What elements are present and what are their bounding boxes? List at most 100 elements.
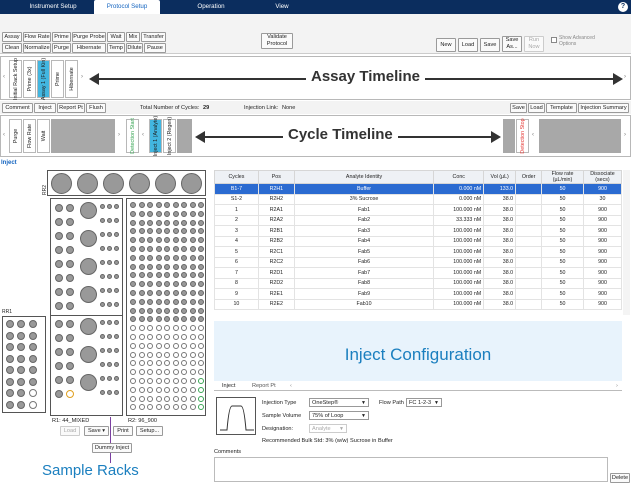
table-row[interactable]: 10 R2E2 Fab10 100.000 nM 38.0 50 900 bbox=[214, 298, 623, 310]
rack-well[interactable] bbox=[17, 377, 25, 386]
rack-well[interactable] bbox=[181, 378, 187, 384]
rack-well[interactable] bbox=[100, 204, 105, 209]
rack-well[interactable] bbox=[130, 395, 136, 402]
rack-well[interactable] bbox=[164, 342, 170, 349]
rack-well[interactable] bbox=[114, 362, 119, 367]
rack-well[interactable] bbox=[100, 274, 105, 279]
rack-well[interactable] bbox=[55, 204, 63, 212]
rack-well[interactable] bbox=[138, 316, 145, 323]
rack-well[interactable] bbox=[172, 246, 179, 252]
rack-setup-button[interactable]: Setup... bbox=[136, 426, 163, 436]
rack-well[interactable] bbox=[17, 389, 25, 397]
rack-well[interactable] bbox=[100, 320, 105, 325]
tab-report-pt[interactable]: Report Pt bbox=[252, 383, 276, 389]
rack-well[interactable] bbox=[100, 362, 105, 367]
run-now-button[interactable]: Run Now bbox=[524, 36, 544, 52]
rack-well[interactable] bbox=[114, 348, 119, 353]
rack-well[interactable] bbox=[147, 272, 153, 279]
table-row[interactable]: 4 R2B2 Fab4 100.000 nM 38.0 50 900 bbox=[214, 235, 623, 247]
rack-well[interactable] bbox=[189, 254, 196, 261]
rack-well[interactable] bbox=[172, 360, 179, 367]
rack-well[interactable] bbox=[130, 263, 136, 270]
table-row[interactable]: S1-2 R2H2 3% Sucrose 0.000 nM 38.0 50 30 bbox=[214, 193, 623, 205]
save-button[interactable]: Save bbox=[480, 38, 500, 52]
rack-well[interactable] bbox=[114, 302, 119, 307]
scroll-left-icon[interactable]: ‹ bbox=[3, 74, 5, 80]
rack-well[interactable] bbox=[6, 320, 14, 328]
rack-well[interactable] bbox=[114, 288, 119, 293]
rack-well[interactable] bbox=[138, 369, 145, 376]
rack-well[interactable] bbox=[164, 298, 170, 305]
rack-well[interactable] bbox=[189, 316, 196, 323]
comments-textarea[interactable] bbox=[214, 457, 608, 482]
rack-well[interactable] bbox=[172, 219, 179, 226]
rack-well[interactable] bbox=[130, 386, 136, 393]
rack-well[interactable] bbox=[172, 325, 179, 332]
step-assay-1[interactable]: Assay 1 (Full Kin) bbox=[37, 58, 50, 100]
rack-well[interactable] bbox=[155, 254, 162, 261]
tab-inject[interactable]: Inject bbox=[222, 383, 235, 389]
rack-well[interactable] bbox=[138, 360, 145, 367]
rack-well[interactable] bbox=[181, 386, 187, 393]
rack-well[interactable] bbox=[155, 404, 162, 411]
rack-well[interactable] bbox=[130, 281, 136, 288]
rack-well[interactable] bbox=[17, 366, 25, 374]
normalize-button[interactable]: Normalize bbox=[23, 43, 51, 53]
report-pt-button[interactable]: Report Pt bbox=[57, 103, 85, 113]
rack-well[interactable] bbox=[155, 395, 162, 402]
rack-rr2[interactable] bbox=[47, 170, 206, 196]
clean-button[interactable]: Clean bbox=[2, 43, 22, 53]
rack-well[interactable] bbox=[155, 325, 162, 332]
cycle-scroll-left-icon[interactable]: ‹ bbox=[3, 132, 5, 138]
rack-well[interactable] bbox=[164, 307, 170, 314]
table-row[interactable]: 6 R2C2 Fab6 100.000 nM 38.0 50 900 bbox=[214, 256, 623, 268]
rack-well[interactable] bbox=[80, 346, 97, 363]
rack-well[interactable] bbox=[107, 362, 112, 367]
rack-well[interactable] bbox=[189, 369, 196, 376]
rack-well[interactable] bbox=[130, 369, 136, 376]
rack-well[interactable] bbox=[189, 325, 196, 332]
rack-well[interactable] bbox=[181, 272, 187, 279]
rack-well[interactable] bbox=[172, 334, 179, 340]
assay-button[interactable]: Assay bbox=[2, 32, 22, 42]
rack-well[interactable] bbox=[138, 237, 145, 244]
rack-well[interactable] bbox=[147, 325, 153, 332]
rack-well[interactable] bbox=[138, 325, 145, 332]
rack-r2[interactable] bbox=[126, 198, 206, 416]
rack-well[interactable] bbox=[130, 307, 136, 314]
template-button[interactable]: Template bbox=[546, 103, 577, 113]
cycle-step-detection-start[interactable]: Detection Start bbox=[126, 118, 139, 154]
rack-well[interactable] bbox=[66, 218, 74, 226]
rack-well[interactable] bbox=[155, 307, 162, 314]
rack-well[interactable] bbox=[172, 307, 179, 314]
rack-well[interactable] bbox=[6, 331, 14, 340]
rack-well[interactable] bbox=[164, 351, 170, 358]
rack-well[interactable] bbox=[114, 232, 119, 237]
rack-well[interactable] bbox=[164, 378, 170, 384]
rack-well[interactable] bbox=[114, 274, 119, 279]
table-scrollbar[interactable] bbox=[623, 170, 630, 315]
rack-well[interactable] bbox=[29, 343, 37, 351]
rack-well[interactable] bbox=[198, 219, 204, 226]
rack-well[interactable] bbox=[189, 307, 196, 314]
tab-operation[interactable]: Operation bbox=[186, 0, 236, 14]
temp-button[interactable]: Temp bbox=[107, 43, 125, 53]
injection-type-select[interactable]: OneStep® ▼ bbox=[309, 398, 369, 407]
rack-well[interactable] bbox=[130, 237, 136, 244]
rack-well[interactable] bbox=[29, 320, 37, 328]
rack-well[interactable] bbox=[172, 202, 179, 208]
rack-well[interactable] bbox=[130, 351, 136, 358]
rack-well[interactable] bbox=[172, 210, 179, 217]
rack-well[interactable] bbox=[172, 298, 179, 305]
rack-well[interactable] bbox=[55, 218, 63, 226]
rack-well[interactable] bbox=[164, 219, 170, 226]
rack-well[interactable] bbox=[147, 378, 153, 384]
rack-well[interactable] bbox=[55, 390, 63, 398]
rack-well[interactable] bbox=[114, 390, 119, 395]
rack-well[interactable] bbox=[100, 218, 105, 223]
rack-well[interactable] bbox=[189, 202, 196, 208]
rack-well[interactable] bbox=[172, 263, 179, 270]
rack-well[interactable] bbox=[172, 290, 179, 296]
rack-well[interactable] bbox=[164, 360, 170, 367]
cycle-step-inject-1[interactable]: Inject 1 (Analyte) bbox=[149, 116, 162, 156]
